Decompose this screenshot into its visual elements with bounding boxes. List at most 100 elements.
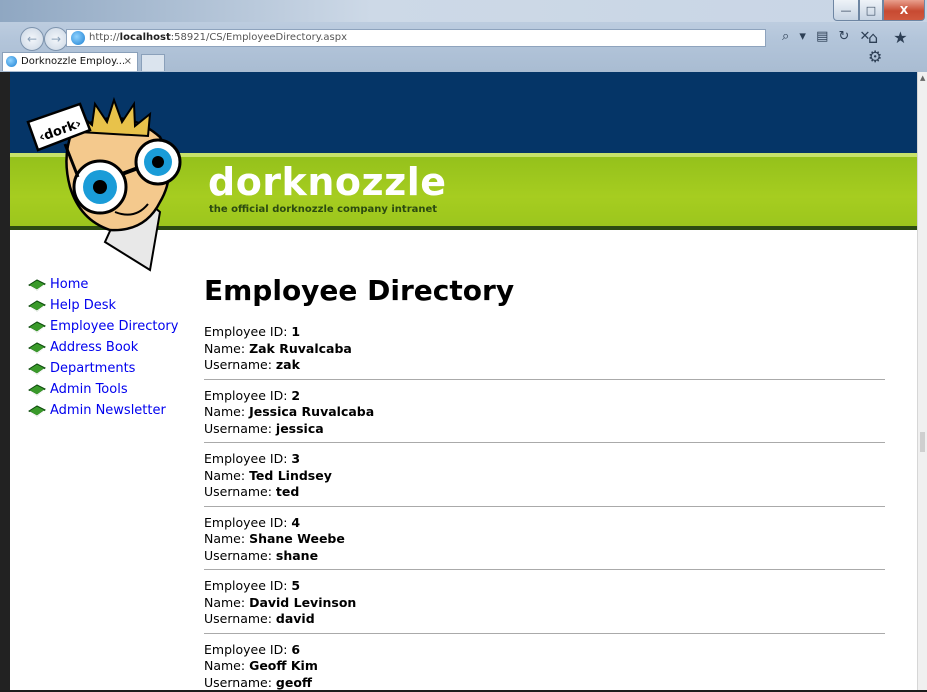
- label-username: Username:: [204, 547, 276, 563]
- employee-record: Employee ID: 3 Name: Ted Lindsey Usernam…: [204, 451, 885, 507]
- nav-label: Departments: [50, 361, 136, 376]
- tab-dorknozzle[interactable]: Dorknozzle Employ... ×: [2, 52, 138, 71]
- nav-label: Admin Newsletter: [50, 403, 166, 418]
- nav-label: Address Book: [50, 340, 139, 355]
- sidebar-nav: Home Help Desk Employee Directory Addres…: [28, 274, 178, 421]
- label-name: Name:: [204, 467, 250, 483]
- employee-id: 2: [291, 387, 301, 403]
- address-bar-icons[interactable]: ⌕ ▾ ▤ ↻ ✕: [782, 29, 873, 44]
- book-icon: [28, 362, 46, 375]
- employee-username: jessica: [275, 420, 324, 436]
- page-title: Employee Directory: [204, 274, 515, 307]
- label-name: Name:: [204, 404, 250, 419]
- back-button[interactable]: ←: [20, 27, 44, 51]
- employee-record: Employee ID: 6 Name: Geoff Kim Username:…: [204, 642, 885, 691]
- nav-item-home[interactable]: Home: [28, 274, 178, 295]
- url-host: localhost: [119, 32, 171, 43]
- label-name: Name:: [204, 658, 250, 673]
- nav-label: Employee Directory: [50, 319, 179, 334]
- label-username: Username:: [204, 484, 276, 499]
- employee-name: David Levinson: [249, 594, 357, 610]
- logo-title: dorknozzle: [208, 160, 447, 204]
- book-icon: [28, 299, 46, 312]
- label-username: Username:: [204, 674, 276, 690]
- label-username: Username:: [204, 420, 276, 436]
- label-name: Name:: [204, 531, 250, 546]
- employee-record: Employee ID: 5 Name: David Levinson User…: [204, 578, 885, 634]
- book-icon: [28, 404, 46, 417]
- book-icon: [28, 320, 46, 333]
- scrollbar-thumb[interactable]: [920, 432, 925, 452]
- forward-button[interactable]: →: [44, 27, 68, 51]
- separator: [204, 505, 885, 507]
- nav-item-admin-newsletter[interactable]: Admin Newsletter: [28, 400, 178, 421]
- window-controls: — □ X: [833, 0, 925, 21]
- employee-id: 1: [291, 324, 301, 339]
- label-username: Username:: [204, 611, 276, 626]
- employee-name: Shane Weebe: [249, 531, 345, 546]
- nav-label: Admin Tools: [50, 382, 128, 397]
- maximize-button[interactable]: □: [859, 0, 883, 21]
- dork-mascot-icon: ‹dork›: [26, 96, 182, 272]
- nav-item-employee-directory[interactable]: Employee Directory: [28, 316, 178, 337]
- employee-username: geoff: [275, 674, 313, 690]
- navigation-row: ← → http://localhost:58921/CS/EmployeeDi…: [0, 24, 927, 66]
- scroll-up-icon[interactable]: ▲: [920, 74, 925, 82]
- nav-item-address-book[interactable]: Address Book: [28, 337, 178, 358]
- label-name: Name:: [204, 594, 250, 610]
- employee-id: 3: [291, 451, 301, 466]
- employee-record: Employee ID: 1 Name: Zak Ruvalcaba Usern…: [204, 324, 885, 380]
- employee-name: Zak Ruvalcaba: [249, 340, 352, 356]
- nav-item-departments[interactable]: Departments: [28, 358, 178, 379]
- nav-item-help-desk[interactable]: Help Desk: [28, 295, 178, 316]
- browser-chrome: — □ X ← → http://localhost:58921/CS/Empl…: [0, 0, 927, 72]
- address-bar[interactable]: http://localhost:58921/CS/EmployeeDirect…: [66, 29, 766, 47]
- label-id: Employee ID:: [204, 641, 292, 657]
- logo-subtitle: the official dorknozzle company intranet: [209, 204, 438, 215]
- separator: [204, 378, 885, 380]
- separator: [204, 442, 885, 443]
- minimize-button[interactable]: —: [833, 0, 859, 21]
- title-bar: — □ X: [0, 0, 927, 22]
- nav-item-admin-tools[interactable]: Admin Tools: [28, 379, 178, 400]
- nav-label: Help Desk: [50, 298, 117, 313]
- nav-label: Home: [50, 277, 89, 292]
- page-viewport: dorknozzle the official dorknozzle compa…: [10, 72, 917, 690]
- employee-username: david: [275, 611, 315, 626]
- vertical-scrollbar[interactable]: ▲: [917, 72, 927, 690]
- label-id: Employee ID:: [204, 451, 292, 466]
- label-id: Employee ID:: [204, 324, 292, 339]
- book-icon: [28, 278, 46, 291]
- employee-record: Employee ID: 2 Name: Jessica Ruvalcaba U…: [204, 387, 885, 443]
- separator: [204, 632, 885, 634]
- label-username: Username:: [204, 357, 276, 372]
- window-left-edge: [0, 72, 10, 692]
- book-icon: [28, 341, 46, 354]
- new-tab-button[interactable]: [141, 54, 165, 71]
- employee-name: Jessica Ruvalcaba: [249, 404, 375, 419]
- book-icon: [28, 383, 46, 396]
- tab-row: Dorknozzle Employ... ×: [0, 51, 927, 72]
- employee-name: Ted Lindsey: [249, 467, 332, 483]
- employee-username: shane: [275, 547, 319, 563]
- employee-id: 6: [291, 641, 301, 657]
- tab-ie-icon: [6, 56, 17, 67]
- label-id: Employee ID:: [204, 387, 292, 403]
- employee-id: 5: [291, 578, 301, 593]
- employee-record: Employee ID: 4 Name: Shane Weebe Usernam…: [204, 514, 885, 570]
- employee-name: Geoff Kim: [249, 658, 318, 673]
- employee-username: ted: [275, 484, 300, 499]
- url-path: :58921/CS/EmployeeDirectory.aspx: [170, 32, 347, 43]
- main-content: Employee Directory Employee ID: 1 Name: …: [204, 274, 885, 690]
- separator: [204, 569, 885, 570]
- close-button[interactable]: X: [883, 0, 925, 21]
- ie-icon: [71, 31, 85, 45]
- tab-title: Dorknozzle Employ...: [21, 56, 126, 67]
- label-id: Employee ID:: [204, 514, 292, 530]
- employee-username: zak: [275, 357, 300, 372]
- label-id: Employee ID:: [204, 578, 292, 593]
- tab-close-icon[interactable]: ×: [124, 53, 132, 70]
- employee-id: 4: [291, 514, 301, 530]
- label-name: Name:: [204, 340, 250, 356]
- url-prefix: http://: [89, 32, 120, 43]
